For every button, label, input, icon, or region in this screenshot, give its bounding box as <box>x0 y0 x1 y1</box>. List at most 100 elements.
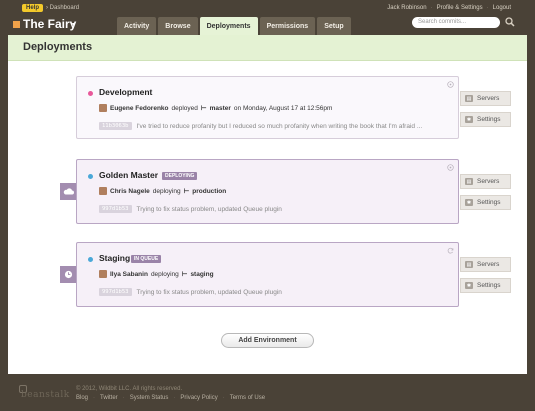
deploy-action: deploying <box>152 187 181 195</box>
status-icon[interactable] <box>447 81 454 88</box>
user-name-link[interactable]: Jack Robinson <box>387 5 426 11</box>
help-button[interactable]: Help <box>22 4 44 12</box>
main-tabs: Activity Browse Deployments Permissions … <box>117 17 351 35</box>
footer-links: Blog · Twitter · System Status · Privacy… <box>76 395 265 401</box>
user-menu: Jack Robinson · Profile & Settings · Log… <box>387 5 511 11</box>
clock-icon <box>60 266 77 283</box>
cloud-icon <box>60 183 77 200</box>
gear-icon: ✱ <box>465 282 473 289</box>
breadcrumb-dashboard-link[interactable]: Dashboard <box>50 5 79 11</box>
deploy-action: deployed <box>171 104 198 112</box>
chevron-down-icon[interactable]: ▾ <box>72 21 75 28</box>
environment-status-dot <box>88 174 93 179</box>
copyright-text: © 2012, Wildbit LLC. All rights reserved… <box>76 386 183 392</box>
settings-button[interactable]: ✱ Settings <box>460 112 511 127</box>
status-icon[interactable] <box>447 164 454 171</box>
link-separator: · <box>486 5 489 11</box>
page-header: Deployments <box>8 35 527 61</box>
servers-button[interactable]: ▤ Servers <box>460 91 511 106</box>
environment-card-golden-master[interactable]: Golden Master DEPLOYING Chris Nagele dep… <box>76 159 459 224</box>
deploy-action: deploying <box>150 270 179 278</box>
commit-info: 11b3063b I've tried to reduce profanity … <box>99 122 422 130</box>
commit-message: Trying to fix status problem, updated Qu… <box>136 288 282 296</box>
page-title: Deployments <box>23 41 93 53</box>
avatar <box>99 270 107 278</box>
link-separator: · <box>430 5 433 11</box>
logo-text: beanstalk <box>21 390 70 400</box>
revision-badge[interactable]: 997d1b53 <box>99 205 132 213</box>
deployment-info: Eugene Fedorenko deployed ⊢ master on Mo… <box>99 104 332 112</box>
revision-badge[interactable]: 11b3063b <box>99 122 132 130</box>
branch-icon: ⊢ <box>181 271 188 278</box>
deployment-info: Chris Nagele deploying ⊢ production <box>99 187 226 195</box>
settings-button[interactable]: ✱ Settings <box>460 195 511 210</box>
servers-label: Servers <box>477 95 500 102</box>
revision-badge[interactable]: 997d1b53 <box>99 288 132 296</box>
footer-link-twitter[interactable]: Twitter <box>100 395 118 401</box>
author-name[interactable]: Eugene Fedorenko <box>110 105 169 112</box>
link-separator: · <box>222 395 225 401</box>
commit-info: 997d1b53 Trying to fix status problem, u… <box>99 205 282 213</box>
footer-link-blog[interactable]: Blog <box>76 395 88 401</box>
settings-label: Settings <box>477 282 501 289</box>
tab-browse[interactable]: Browse <box>158 17 198 35</box>
breadcrumb: › Dashboard <box>46 5 79 11</box>
tab-activity[interactable]: Activity <box>117 17 157 35</box>
avatar <box>99 187 107 195</box>
tab-permissions[interactable]: Permissions <box>259 17 316 35</box>
branch-icon: ⊢ <box>200 105 207 112</box>
environment-status-dot <box>88 257 93 262</box>
link-separator: · <box>173 395 176 401</box>
top-bar: Help › Dashboard The Fairy ▾ Activity Br… <box>0 0 535 35</box>
link-separator: · <box>122 395 125 401</box>
servers-button[interactable]: ▤ Servers <box>460 257 511 272</box>
branch-name[interactable]: master <box>210 105 231 112</box>
commit-info: 997d1b53 Trying to fix status problem, u… <box>99 288 282 296</box>
deploying-badge: DEPLOYING <box>162 172 198 180</box>
settings-label: Settings <box>477 199 501 206</box>
repository-name[interactable]: The Fairy <box>23 17 76 31</box>
environment-name[interactable]: Development <box>99 87 152 97</box>
refresh-icon[interactable] <box>447 247 454 254</box>
environment-card-development[interactable]: Development Eugene Fedorenko deployed ⊢ … <box>76 76 459 139</box>
branch-name[interactable]: production <box>192 188 226 195</box>
gear-icon: ✱ <box>465 116 473 123</box>
link-separator: · <box>93 395 96 401</box>
gear-icon: ✱ <box>465 199 473 206</box>
tab-deployments[interactable]: Deployments <box>199 17 258 35</box>
environment-name[interactable]: Golden Master <box>99 170 158 180</box>
servers-label: Servers <box>477 261 500 268</box>
search-icon[interactable] <box>505 16 515 28</box>
avatar <box>99 104 107 112</box>
repository-color-icon <box>13 21 20 28</box>
settings-label: Settings <box>477 116 501 123</box>
settings-button[interactable]: ✱ Settings <box>460 278 511 293</box>
footer-link-terms[interactable]: Terms of Use <box>230 395 265 401</box>
commit-message: Trying to fix status problem, updated Qu… <box>136 205 282 213</box>
search-input[interactable]: Search commits... <box>412 17 500 28</box>
server-icon: ▤ <box>465 178 473 185</box>
environment-status-dot <box>88 91 93 96</box>
footer-link-system-status[interactable]: System Status <box>130 395 169 401</box>
servers-button[interactable]: ▤ Servers <box>460 174 511 189</box>
tab-setup[interactable]: Setup <box>317 17 351 35</box>
logout-link[interactable]: Logout <box>493 5 511 11</box>
author-name[interactable]: Ilya Sabanin <box>110 271 148 278</box>
environment-card-staging[interactable]: Staging IN QUEUE Ilya Sabanin deploying … <box>76 242 459 307</box>
environment-name[interactable]: Staging <box>99 253 130 263</box>
deployment-info: Ilya Sabanin deploying ⊢ staging <box>99 270 214 278</box>
branch-icon: ⊢ <box>183 188 190 195</box>
deploy-time: on Monday, August 17 at 12:56pm <box>233 104 333 112</box>
footer-link-privacy-policy[interactable]: Privacy Policy <box>180 395 217 401</box>
profile-settings-link[interactable]: Profile & Settings <box>437 5 483 11</box>
server-icon: ▤ <box>465 95 473 102</box>
beanstalk-logo[interactable]: beanstalk <box>19 385 70 400</box>
breadcrumb-separator: › <box>46 5 48 11</box>
add-environment-button[interactable]: Add Environment <box>221 333 314 348</box>
servers-label: Servers <box>477 178 500 185</box>
author-name[interactable]: Chris Nagele <box>110 188 150 195</box>
server-icon: ▤ <box>465 261 473 268</box>
commit-message: I've tried to reduce profanity but I red… <box>136 122 423 130</box>
in-queue-badge: IN QUEUE <box>131 255 162 263</box>
branch-name[interactable]: staging <box>190 271 213 278</box>
